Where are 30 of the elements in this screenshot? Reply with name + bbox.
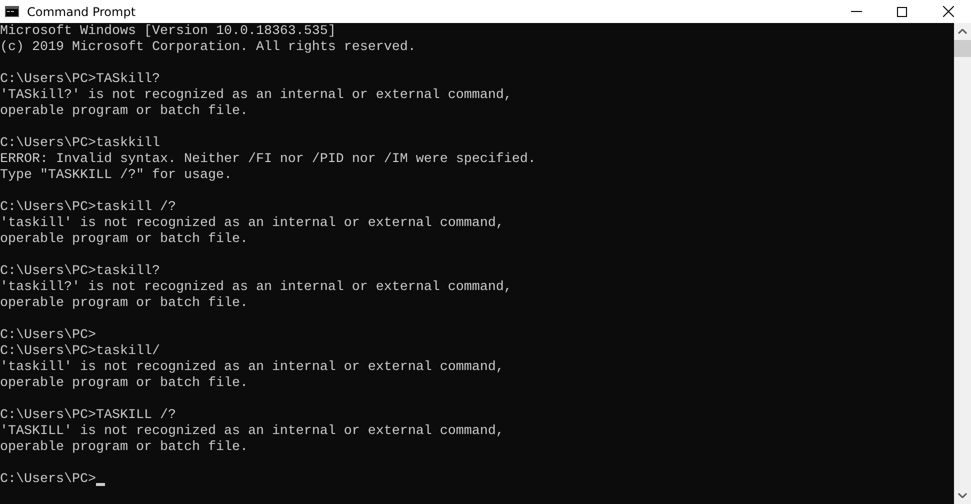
console-line: C:\Users\PC>taskill /? bbox=[0, 200, 176, 216]
console-line: operable program or batch file. bbox=[0, 296, 248, 312]
console-line: (c) 2019 Microsoft Corporation. All rights reserved. bbox=[0, 40, 416, 56]
console-line: 'taskill' is not recognized as an internal or external command, bbox=[0, 216, 504, 232]
scrollbar[interactable] bbox=[954, 23, 971, 504]
console-line: ERROR: Invalid syntax. Neither /FI nor /PID nor /IM were specified. bbox=[0, 152, 536, 168]
console-line: 'TASKILL' is not recognized as an internal or external command, bbox=[0, 424, 504, 440]
window-title: Command Prompt bbox=[27, 4, 137, 18]
close-icon bbox=[942, 6, 954, 17]
terminal-icon bbox=[5, 6, 19, 17]
console-line: C:\Users\PC>taskill? bbox=[0, 264, 160, 280]
console-line: operable program or batch file. bbox=[0, 232, 248, 248]
console-line: C:\Users\PC>TASkill? bbox=[0, 72, 160, 88]
maximize-icon bbox=[897, 6, 907, 16]
scroll-thumb[interactable] bbox=[954, 40, 971, 57]
console-line: C:\Users\PC>taskkill bbox=[0, 136, 160, 152]
console-line: Microsoft Windows [Version 10.0.18363.535] bbox=[0, 24, 336, 40]
console-line: 'taskill' is not recognized as an internal or external command, bbox=[0, 360, 504, 376]
console-line: C:\Users\PC>TASKILL /? bbox=[0, 408, 176, 424]
console-line: Type "TASKKILL /?" for usage. bbox=[0, 168, 232, 184]
console-line: C:\Users\PC> bbox=[0, 472, 96, 488]
console-line: 'TASkill?' is not recognized as an internal or external command, bbox=[0, 88, 512, 104]
minimize-icon bbox=[850, 11, 862, 12]
text-cursor bbox=[96, 483, 105, 486]
console-line: C:\Users\PC>taskill/ bbox=[0, 344, 160, 360]
console-line: C:\Users\PC> bbox=[0, 328, 96, 344]
console-line: 'taskill?' is not recognized as an internal or external command, bbox=[0, 280, 512, 296]
console-line: operable program or batch file. bbox=[0, 440, 248, 456]
console-line: operable program or batch file. bbox=[0, 104, 248, 120]
console-line: operable program or batch file. bbox=[0, 376, 248, 392]
